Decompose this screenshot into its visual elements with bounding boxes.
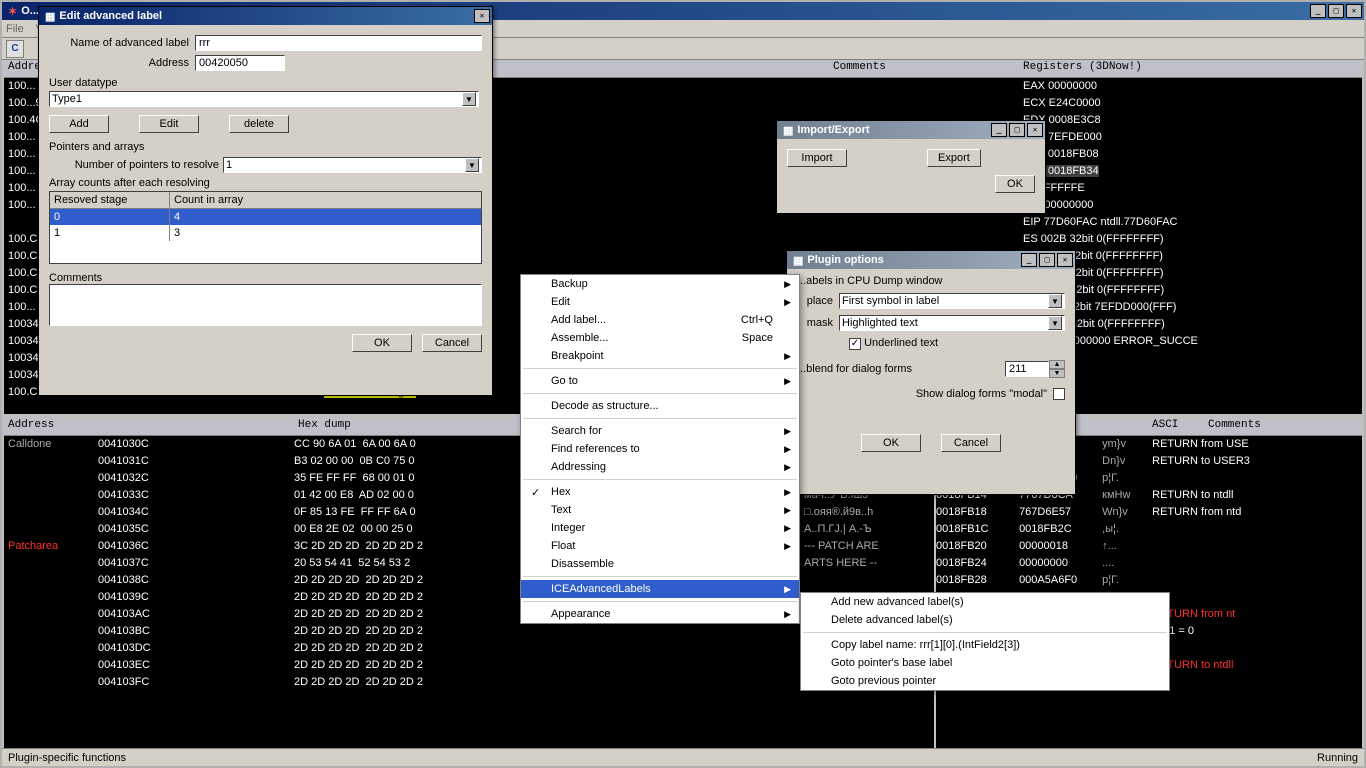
header-stack-comments: Comments xyxy=(1204,418,1362,436)
submenu-ice[interactable]: Add new advanced label(s) Delete advance… xyxy=(800,592,1170,691)
minimize-button[interactable]: _ xyxy=(991,123,1007,137)
menu-backup[interactable]: Backup▶ xyxy=(521,275,799,293)
header-ascii: ASCI xyxy=(1148,418,1204,436)
menu-file[interactable]: File xyxy=(6,23,24,35)
edit-close-button[interactable]: ✕ xyxy=(474,9,490,23)
menu-ice-advanced-labels[interactable]: ICEAdvancedLabels▶ xyxy=(521,580,799,598)
maximize-button[interactable]: □ xyxy=(1328,4,1344,18)
menu-addressing[interactable]: Addressing▶ xyxy=(521,458,799,476)
context-menu[interactable]: Backup▶ Edit▶ Add label...Ctrl+Q Assembl… xyxy=(520,274,800,624)
menu-integer[interactable]: Integer▶ xyxy=(521,519,799,537)
modal-checkbox[interactable] xyxy=(1053,388,1065,400)
cancel-button[interactable]: Cancel xyxy=(941,434,1001,452)
menu-hex[interactable]: ✓Hex▶ xyxy=(521,483,799,501)
menu-breakpoint[interactable]: Breakpoint▶ xyxy=(521,347,799,365)
address-input[interactable]: 00420050 xyxy=(195,55,285,71)
maximize-button[interactable]: □ xyxy=(1009,123,1025,137)
menu-disassemble[interactable]: Disassemble xyxy=(521,555,799,573)
minimize-button[interactable]: _ xyxy=(1310,4,1326,18)
status-left: Plugin-specific functions xyxy=(8,752,126,764)
close-button[interactable]: ✕ xyxy=(1027,123,1043,137)
status-right: Running xyxy=(1317,752,1358,764)
menu-goto[interactable]: Go to▶ xyxy=(521,372,799,390)
menu-search[interactable]: Search for▶ xyxy=(521,422,799,440)
minimize-button[interactable]: _ xyxy=(1021,253,1037,267)
submenu-goto-base[interactable]: Goto pointer's base label xyxy=(801,654,1169,672)
toolbar-cpu-button[interactable]: C xyxy=(6,40,24,58)
dialog-icon: ▦ xyxy=(783,124,793,137)
array-table[interactable]: Resoved stage Count in array 0 4 1 3 xyxy=(49,191,482,264)
dump-address-pane[interactable]: Calldone0041030C0041031C0041032C0041033C… xyxy=(4,436,294,748)
datatype-select[interactable]: Type1▼ xyxy=(49,91,479,107)
pointer-count-select[interactable]: 1▼ xyxy=(223,157,482,173)
place-select[interactable]: First symbol in label▼ xyxy=(839,293,1065,309)
header-comments: Comments xyxy=(829,60,1019,78)
label-name-input[interactable]: rrr xyxy=(195,35,482,51)
submenu-goto-prev[interactable]: Goto previous pointer xyxy=(801,672,1169,690)
ok-button[interactable]: OK xyxy=(995,175,1035,193)
submenu-delete[interactable]: Delete advanced label(s) xyxy=(801,611,1169,629)
menu-add-label[interactable]: Add label...Ctrl+Q xyxy=(521,311,799,329)
comments-textarea[interactable] xyxy=(49,284,482,326)
import-export-dialog[interactable]: ▦ Import/Export _ □ ✕ Import Export OK xyxy=(776,120,1046,214)
edit-button[interactable]: Edit xyxy=(139,115,199,133)
menu-float[interactable]: Float▶ xyxy=(521,537,799,555)
mask-select[interactable]: Highlighted text▼ xyxy=(839,315,1065,331)
add-button[interactable]: Add xyxy=(49,115,109,133)
menu-decode[interactable]: Decode as structure... xyxy=(521,397,799,415)
import-titlebar[interactable]: ▦ Import/Export _ □ ✕ xyxy=(777,121,1045,139)
export-button[interactable]: Export xyxy=(927,149,981,167)
close-button[interactable]: ✕ xyxy=(1346,4,1362,18)
menu-findref[interactable]: Find references to▶ xyxy=(521,440,799,458)
header-dump-address: Address xyxy=(4,418,294,436)
header-registers: Registers (3DNow!) xyxy=(1019,60,1362,78)
plugin-titlebar[interactable]: ▦ Plugin options _ □ ✕ xyxy=(787,251,1075,269)
edit-dialog-titlebar[interactable]: ▦ Edit advanced label ✕ xyxy=(39,7,492,25)
app-icon: ✶ xyxy=(8,5,17,18)
menu-appearance[interactable]: Appearance▶ xyxy=(521,605,799,623)
edit-advanced-label-dialog[interactable]: ▦ Edit advanced label ✕ Name of advanced… xyxy=(38,6,493,396)
cancel-button[interactable]: Cancel xyxy=(422,334,482,352)
import-button[interactable]: Import xyxy=(787,149,847,167)
ok-button[interactable]: OK xyxy=(352,334,412,352)
blend-input[interactable]: 211 xyxy=(1005,361,1049,377)
dialog-icon: ▦ xyxy=(793,254,803,267)
submenu-copy[interactable]: Copy label name: rrr[1][0].(IntField2[3]… xyxy=(801,636,1169,654)
maximize-button[interactable]: □ xyxy=(1039,253,1055,267)
close-button[interactable]: ✕ xyxy=(1057,253,1073,267)
status-bar: Plugin-specific functions Running xyxy=(2,748,1364,766)
submenu-add[interactable]: Add new advanced label(s) xyxy=(801,593,1169,611)
menu-edit[interactable]: Edit▶ xyxy=(521,293,799,311)
ok-button[interactable]: OK xyxy=(861,434,921,452)
delete-button[interactable]: delete xyxy=(229,115,289,133)
dialog-icon: ▦ xyxy=(45,10,55,23)
menu-text[interactable]: Text▶ xyxy=(521,501,799,519)
menu-assemble[interactable]: Assemble...Space xyxy=(521,329,799,347)
underline-checkbox[interactable]: ✓ xyxy=(849,338,861,350)
plugin-options-dialog[interactable]: ▦ Plugin options _ □ ✕ ...abels in CPU D… xyxy=(786,250,1076,495)
